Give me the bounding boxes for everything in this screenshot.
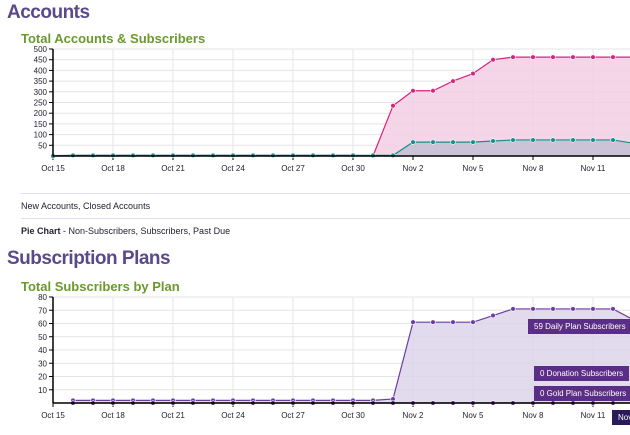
data-point bbox=[530, 306, 536, 312]
x-tick-label: Oct 21 bbox=[161, 411, 185, 420]
data-point bbox=[570, 306, 576, 312]
nov-tooltip: Nov bbox=[612, 410, 630, 425]
x-tick-label: Oct 27 bbox=[281, 411, 305, 420]
x-tick-label: Oct 18 bbox=[101, 411, 125, 420]
data-point bbox=[470, 319, 476, 325]
data-point bbox=[430, 319, 436, 325]
data-point bbox=[410, 319, 416, 325]
x-tick-label: Nov 8 bbox=[523, 411, 544, 420]
y-tick-label: 80 bbox=[38, 293, 47, 302]
y-tick-label: 70 bbox=[38, 306, 47, 315]
daily-plan-label: 59 Daily Plan Subscribers bbox=[528, 319, 630, 334]
data-point bbox=[450, 319, 456, 325]
data-point bbox=[590, 306, 596, 312]
data-point bbox=[610, 306, 616, 312]
x-tick-label: Nov 5 bbox=[463, 411, 484, 420]
x-tick-label: Nov 2 bbox=[403, 411, 424, 420]
x-tick-label: Nov 11 bbox=[581, 411, 606, 420]
x-tick-label: Oct 30 bbox=[341, 411, 365, 420]
data-point bbox=[510, 306, 516, 312]
y-tick-label: 40 bbox=[38, 346, 47, 355]
y-tick-label: 60 bbox=[38, 320, 47, 329]
donation-label: 0 Donation Subscribers bbox=[534, 366, 630, 381]
y-tick-label: 10 bbox=[38, 386, 47, 395]
x-tick-label: Oct 24 bbox=[221, 411, 245, 420]
y-tick-label: 20 bbox=[38, 373, 47, 382]
x-tick-label: Oct 15 bbox=[41, 411, 65, 420]
gold-plan-label: 0 Gold Plan Subscribers bbox=[534, 386, 630, 401]
data-point bbox=[490, 312, 496, 319]
y-tick-label: 50 bbox=[38, 333, 47, 342]
y-tick-label: 30 bbox=[38, 359, 47, 368]
data-point bbox=[550, 306, 556, 312]
